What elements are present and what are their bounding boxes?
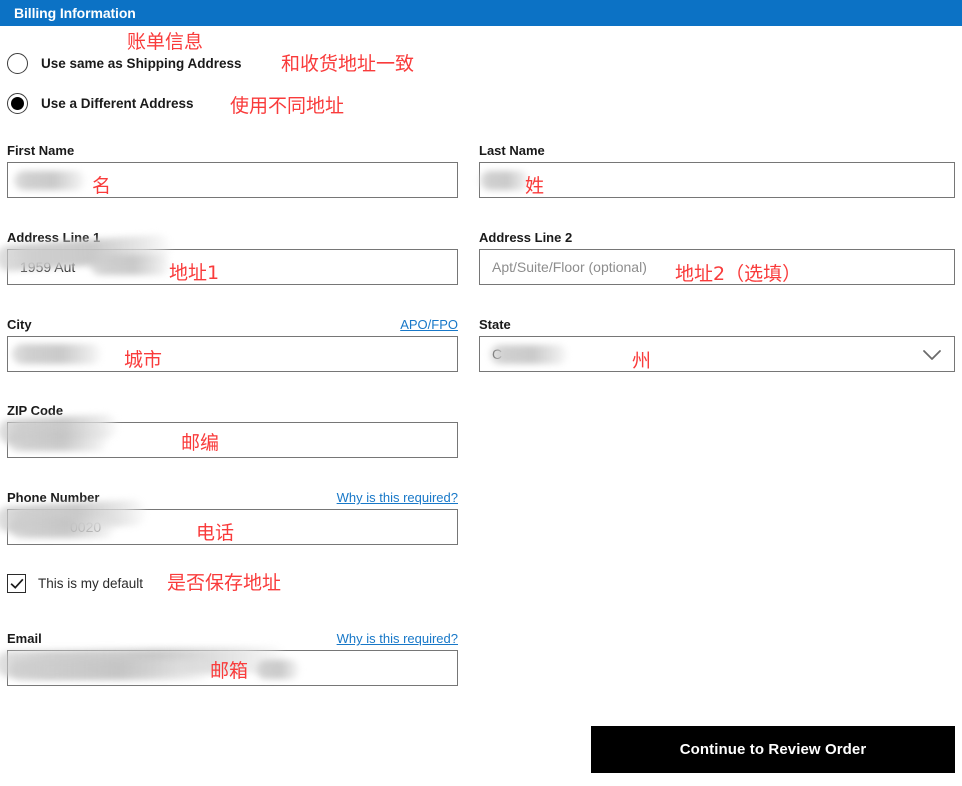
address-line-1-input[interactable]: 1959 Aut bbox=[0, 233, 458, 285]
label-city: City bbox=[7, 317, 32, 332]
state-value: C bbox=[492, 346, 503, 362]
address-line-1-value: 1959 Aut bbox=[20, 259, 76, 275]
field-address-line-2: Address Line 2 Apt/Suite/Floor (optional… bbox=[479, 228, 955, 285]
redaction-overlay bbox=[8, 431, 108, 451]
redaction-overlay bbox=[480, 171, 530, 190]
radio-label-use-different-address: Use a Different Address bbox=[41, 96, 194, 111]
redaction-overlay bbox=[10, 660, 210, 680]
field-phone-number: Phone Number Why is this required? 0020 bbox=[0, 488, 458, 545]
address-line-2-placeholder: Apt/Suite/Floor (optional) bbox=[492, 259, 647, 275]
field-city: City APO/FPO bbox=[7, 315, 458, 372]
first-name-input[interactable] bbox=[7, 162, 458, 198]
label-address-line-1: Address Line 1 bbox=[7, 230, 101, 245]
billing-information-header: Billing Information bbox=[0, 0, 962, 26]
state-select[interactable]: C bbox=[479, 336, 955, 372]
chevron-down-icon bbox=[922, 348, 942, 360]
label-zip-code: ZIP Code bbox=[7, 403, 64, 418]
field-email: Email Why is this required? bbox=[0, 629, 458, 686]
radio-use-different-address[interactable]: Use a Different Address bbox=[7, 93, 194, 114]
annotation-1: 和收货地址一致 bbox=[281, 53, 415, 75]
label-phone-number: Phone Number bbox=[7, 490, 100, 505]
apo-fpo-link[interactable]: APO/FPO bbox=[400, 317, 458, 333]
field-zip-code: ZIP Code bbox=[0, 401, 458, 458]
annotation-0: 账单信息 bbox=[127, 31, 204, 53]
redaction-overlay bbox=[0, 646, 287, 678]
annotation-2: 使用不同地址 bbox=[230, 95, 345, 117]
label-state: State bbox=[479, 317, 511, 332]
field-first-name: First Name bbox=[7, 141, 458, 198]
redaction-overlay bbox=[256, 660, 300, 679]
city-input[interactable] bbox=[7, 336, 458, 372]
continue-to-review-order-button[interactable]: Continue to Review Order bbox=[591, 726, 955, 773]
label-email: Email bbox=[7, 631, 42, 646]
redaction-overlay bbox=[14, 171, 86, 190]
label-first-name: First Name bbox=[7, 143, 75, 158]
page-title: Billing Information bbox=[14, 5, 136, 21]
redaction-overlay bbox=[90, 255, 170, 275]
label-last-name: Last Name bbox=[479, 143, 545, 158]
default-address-label: This is my default bbox=[38, 576, 144, 591]
redaction-overlay bbox=[12, 344, 102, 364]
field-state: State C bbox=[479, 315, 955, 372]
checkbox-checked-icon[interactable] bbox=[7, 574, 26, 593]
zip-code-input[interactable] bbox=[0, 413, 458, 458]
field-last-name: Last Name bbox=[479, 141, 955, 198]
phone-number-value: 0020 bbox=[70, 519, 102, 535]
radio-use-same-as-shipping[interactable]: Use same as Shipping Address bbox=[7, 53, 242, 74]
annotation-11: 是否保存地址 bbox=[167, 572, 282, 594]
email-why-required-link[interactable]: Why is this required? bbox=[337, 631, 458, 647]
phone-why-required-link[interactable]: Why is this required? bbox=[337, 490, 458, 506]
label-address-line-2: Address Line 2 bbox=[479, 230, 573, 245]
radio-selected-icon bbox=[7, 93, 28, 114]
address-line-2-input[interactable]: Apt/Suite/Floor (optional) bbox=[479, 249, 955, 285]
radio-unselected-icon bbox=[7, 53, 28, 74]
phone-number-input[interactable]: 0020 bbox=[0, 499, 458, 545]
email-input[interactable] bbox=[0, 646, 458, 686]
last-name-input[interactable] bbox=[479, 162, 955, 198]
default-address-checkbox-row[interactable]: This is my default bbox=[7, 574, 143, 593]
field-address-line-1: Address Line 1 1959 Aut bbox=[0, 228, 458, 285]
radio-label-use-same-as-shipping: Use same as Shipping Address bbox=[41, 56, 242, 71]
